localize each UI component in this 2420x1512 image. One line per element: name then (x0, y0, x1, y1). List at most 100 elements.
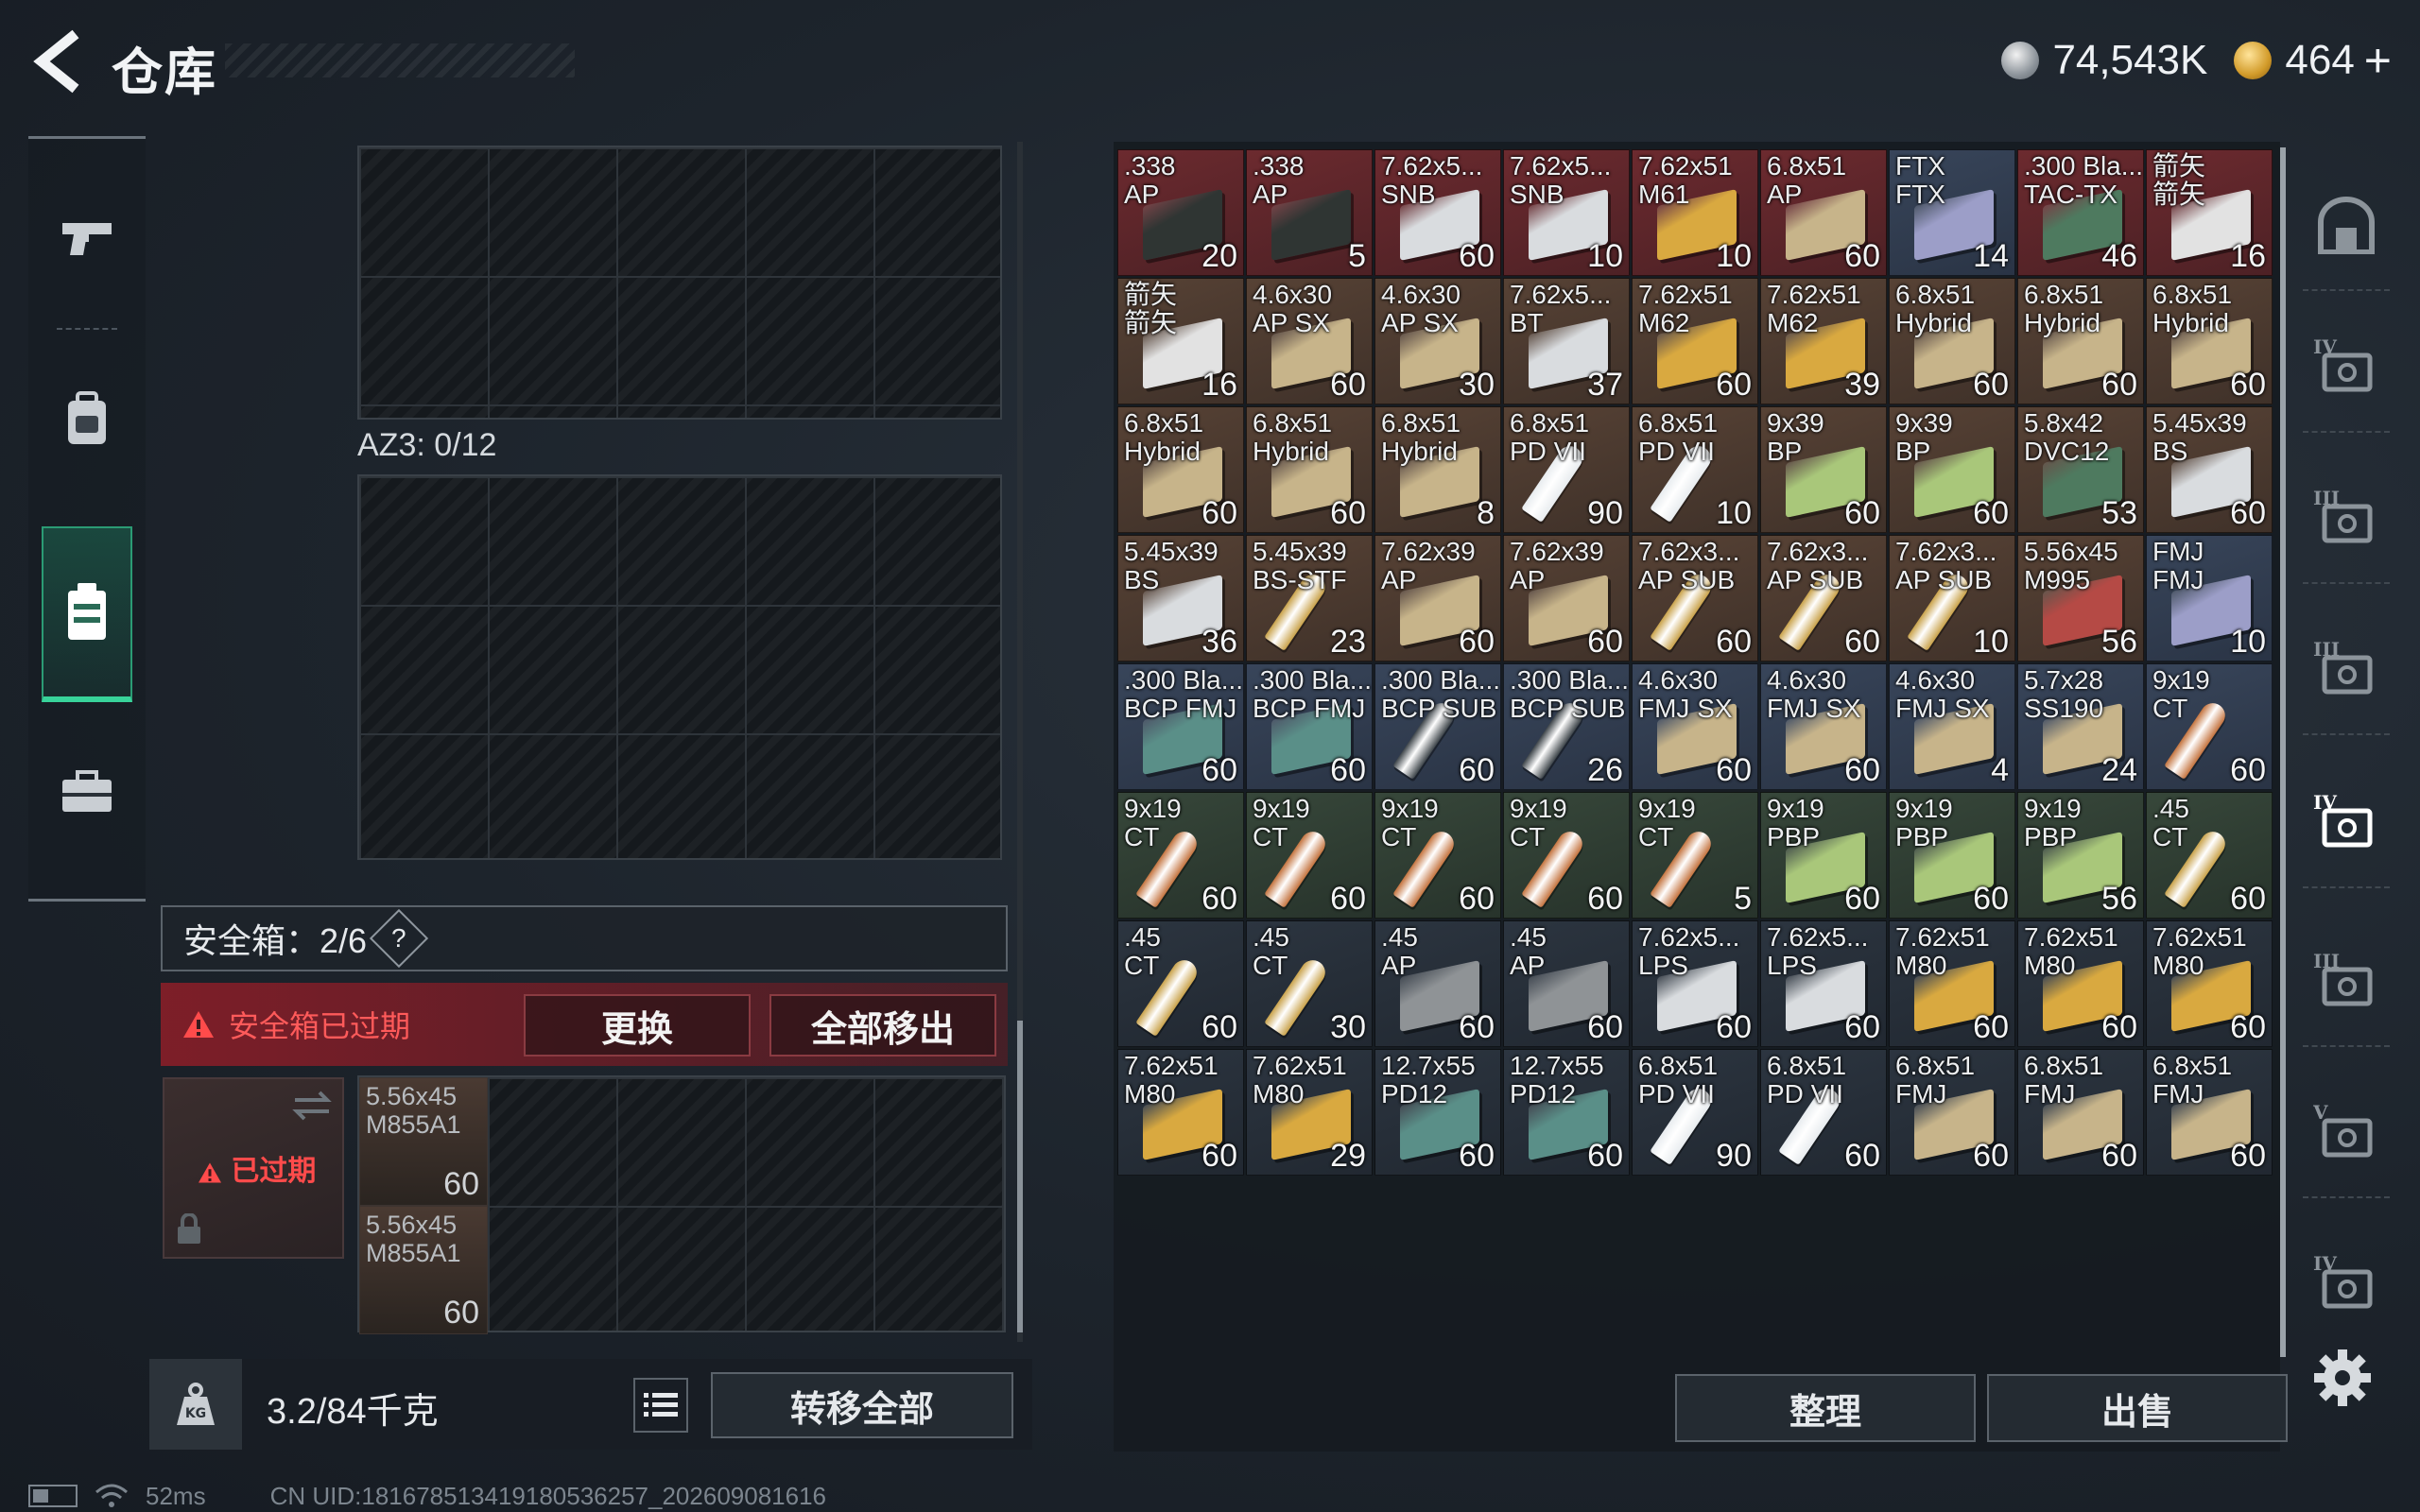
rifle-rack-iii-icon[interactable]: III (2308, 943, 2384, 1019)
item-cell[interactable]: 6.8x51 PD VII 90 (1632, 1049, 1758, 1176)
back-arrow-icon[interactable] (28, 28, 89, 94)
item-cell[interactable]: 9x19 CT 60 (1246, 792, 1373, 919)
item-cell[interactable]: 7.62x5... LPS 60 (1632, 920, 1758, 1047)
item-cell[interactable]: 6.8x51 Hybrid 8 (1374, 406, 1501, 533)
item-cell[interactable]: 9x19 PBP 56 (2017, 792, 2144, 919)
item-cell[interactable]: 7.62x51 M80 60 (1117, 1049, 1244, 1176)
ammo-rack-iv-icon[interactable]: IV (2308, 329, 2384, 404)
item-cell[interactable]: 7.62x51 M80 60 (2017, 920, 2144, 1047)
item-cell[interactable]: .300 Bla... BCP SUB 60 (1374, 663, 1501, 790)
item-cell[interactable]: 7.62x51 M80 29 (1246, 1049, 1373, 1176)
item-cell[interactable]: 6.8x51 FMJ 60 (1889, 1049, 2015, 1176)
item-cell[interactable]: 7.62x3... AP SUB 60 (1760, 535, 1887, 662)
item-cell[interactable]: .45 CT 60 (1117, 920, 1244, 1047)
item-cell[interactable]: 箭矢 箭矢 16 (1117, 278, 1244, 404)
item-cell[interactable]: 12.7x55 PD12 60 (1503, 1049, 1630, 1176)
item-cell[interactable]: 7.62x51 M61 10 (1632, 149, 1758, 276)
item-cell[interactable]: 9x39 BP 60 (1889, 406, 2015, 533)
item-cell[interactable]: 7.62x51 M62 60 (1632, 278, 1758, 404)
item-cell[interactable]: 4.6x30 FMJ SX 60 (1632, 663, 1758, 790)
ammo-rack-iv-icon[interactable]: IV (2308, 1246, 2384, 1321)
item-cell[interactable]: FMJ FMJ 10 (2146, 535, 2273, 662)
safe-box-slot[interactable]: 已过期 (163, 1077, 344, 1259)
item-cell[interactable]: 6.8x51 PD VII 90 (1503, 406, 1630, 533)
safe-item[interactable]: 5.56x45 M855A1 60 (359, 1206, 488, 1334)
list-view-button[interactable] (633, 1378, 688, 1433)
item-cell[interactable]: 9x19 CT 5 (1632, 792, 1758, 919)
item-cell[interactable]: .300 Bla... TAC-TX 46 (2017, 149, 2144, 276)
left-scrollbar[interactable] (1017, 142, 1023, 1342)
scrollbar-thumb[interactable] (1017, 1021, 1023, 1332)
item-cell[interactable]: .300 Bla... BCP SUB 26 (1503, 663, 1630, 790)
item-cell[interactable]: 4.6x30 FMJ SX 4 (1889, 663, 2015, 790)
item-cell[interactable]: 5.56x45 M995 56 (2017, 535, 2144, 662)
item-cell[interactable]: 9x39 BP 60 (1760, 406, 1887, 533)
item-cell[interactable]: 6.8x51 FMJ 60 (2017, 1049, 2144, 1176)
item-cell[interactable]: 6.8x51 PD VII 60 (1760, 1049, 1887, 1176)
item-cell[interactable]: .300 Bla... BCP FMJ 60 (1117, 663, 1244, 790)
item-cell[interactable]: 5.45x39 BS-STF 23 (1246, 535, 1373, 662)
remove-all-button[interactable]: 全部移出 (769, 994, 996, 1057)
armor-rack-iii-icon[interactable]: III (2308, 480, 2384, 556)
item-cell[interactable]: .338 AP 5 (1246, 149, 1373, 276)
item-cell[interactable]: 7.62x51 M80 60 (2146, 920, 2273, 1047)
item-cell[interactable]: 9x19 CT 60 (1117, 792, 1244, 919)
weight-lock-button[interactable]: KG (149, 1359, 242, 1450)
nav-storage-active[interactable] (42, 526, 132, 702)
nav-toolbox[interactable] (42, 721, 132, 863)
transfer-all-button[interactable]: 转移全部 (711, 1372, 1013, 1438)
sort-button[interactable]: 整理 (1675, 1374, 1976, 1442)
az3-grid[interactable] (357, 474, 1002, 860)
item-cell[interactable]: 6.8x51 PD VII 10 (1632, 406, 1758, 533)
item-cell[interactable]: .300 Bla... BCP FMJ 60 (1246, 663, 1373, 790)
item-cell[interactable]: 9x19 CT 60 (1503, 792, 1630, 919)
item-cell[interactable]: 7.62x3... AP SUB 10 (1889, 535, 2015, 662)
item-cell[interactable]: 6.8x51 Hybrid 60 (2017, 278, 2144, 404)
item-cell[interactable]: 7.62x39 AP 60 (1374, 535, 1501, 662)
item-cell[interactable]: 7.62x5... SNB 60 (1374, 149, 1501, 276)
item-cell[interactable]: 4.6x30 FMJ SX 60 (1760, 663, 1887, 790)
ammo-rack-v-icon[interactable]: V (2308, 1094, 2384, 1170)
item-cell[interactable]: 5.45x39 BS 36 (1117, 535, 1244, 662)
help-button[interactable]: ? (369, 908, 429, 969)
item-cell[interactable]: .45 CT 60 (2146, 792, 2273, 919)
item-cell[interactable]: 7.62x5... LPS 60 (1760, 920, 1887, 1047)
container-grid-top[interactable] (357, 146, 1002, 420)
item-cell[interactable]: 7.62x5... SNB 10 (1503, 149, 1630, 276)
add-currency-button[interactable]: + (2364, 33, 2392, 88)
replace-button[interactable]: 更换 (524, 994, 751, 1057)
armor-rack-iii-icon[interactable]: III (2308, 631, 2384, 707)
item-cell[interactable]: 6.8x51 FMJ 60 (2146, 1049, 2273, 1176)
settings-gear-icon[interactable] (2312, 1348, 2373, 1408)
item-cell[interactable]: 7.62x51 M80 60 (1889, 920, 2015, 1047)
item-cell[interactable]: 7.62x39 AP 60 (1503, 535, 1630, 662)
item-cell[interactable]: 12.7x55 PD12 60 (1374, 1049, 1501, 1176)
item-cell[interactable]: 7.62x51 M62 39 (1760, 278, 1887, 404)
safe-item[interactable]: 5.56x45 M855A1 60 (359, 1077, 488, 1206)
sell-button[interactable]: 出售 (1987, 1374, 2288, 1442)
item-cell[interactable]: 9x19 PBP 60 (1760, 792, 1887, 919)
item-cell[interactable]: 6.8x51 Hybrid 60 (1889, 278, 2015, 404)
item-cell[interactable]: 9x19 PBP 60 (1889, 792, 2015, 919)
item-cell[interactable]: 6.8x51 Hybrid 60 (1246, 406, 1373, 533)
item-cell[interactable]: 箭矢 箭矢 16 (2146, 149, 2273, 276)
item-cell[interactable]: FTX FTX 14 (1889, 149, 2015, 276)
item-cell[interactable]: 4.6x30 AP SX 30 (1374, 278, 1501, 404)
item-cell[interactable]: 4.6x30 AP SX 60 (1246, 278, 1373, 404)
item-cell[interactable]: 5.8x42 DVC12 53 (2017, 406, 2144, 533)
nav-backpack[interactable] (42, 349, 132, 490)
item-cell[interactable]: 7.62x3... AP SUB 60 (1632, 535, 1758, 662)
item-cell[interactable]: 7.62x5... BT 37 (1503, 278, 1630, 404)
item-cell[interactable]: 5.7x28 SS190 24 (2017, 663, 2144, 790)
item-cell[interactable]: 6.8x51 Hybrid 60 (2146, 278, 2273, 404)
item-cell[interactable]: .338 AP 20 (1117, 149, 1244, 276)
item-cell[interactable]: 6.8x51 Hybrid 60 (1117, 406, 1244, 533)
locker-icon[interactable] (2308, 187, 2384, 263)
nav-weapons[interactable] (42, 167, 132, 309)
ammo-folder-iv-icon[interactable]: IV (2308, 784, 2384, 860)
right-scrollbar[interactable] (2280, 147, 2286, 1357)
item-cell[interactable]: 6.8x51 AP 60 (1760, 149, 1887, 276)
scrollbar-thumb[interactable] (2280, 147, 2286, 1357)
item-cell[interactable]: 9x19 CT 60 (2146, 663, 2273, 790)
item-cell[interactable]: 9x19 CT 60 (1374, 792, 1501, 919)
